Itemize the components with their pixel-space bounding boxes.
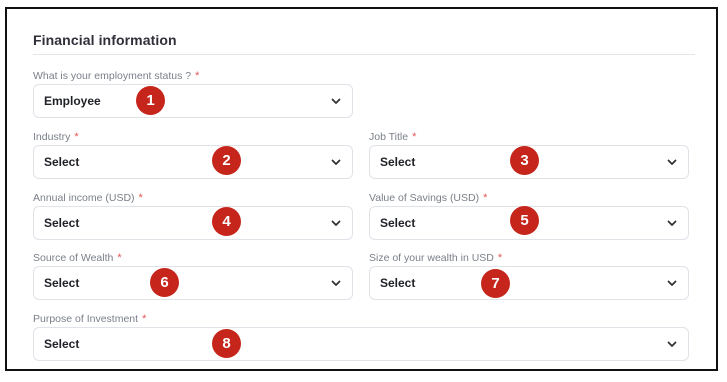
required-asterisk: * xyxy=(117,252,122,264)
job-title-label: Job Title * xyxy=(369,131,416,143)
annotation-marker-5: 5 xyxy=(510,206,539,235)
annotation-marker-4: 4 xyxy=(212,207,241,236)
section-divider xyxy=(33,54,695,55)
chevron-down-icon xyxy=(667,341,677,347)
select-value: Select xyxy=(44,276,80,290)
field-label-text: Size of your wealth in USD xyxy=(369,252,494,264)
source-of-wealth-label: Source of Wealth * xyxy=(33,252,122,264)
chevron-down-icon xyxy=(331,280,341,286)
chevron-down-icon xyxy=(331,220,341,226)
source-of-wealth-select[interactable]: Select xyxy=(33,266,353,300)
chevron-down-icon xyxy=(667,159,677,165)
field-label-text: Industry xyxy=(33,131,71,143)
required-asterisk: * xyxy=(412,131,417,143)
select-value: Select xyxy=(380,155,416,169)
field-label-text: What is your employment status ? xyxy=(33,70,192,82)
chevron-down-icon xyxy=(331,98,341,104)
required-asterisk: * xyxy=(142,313,147,325)
value-of-savings-label: Value of Savings (USD) * xyxy=(369,192,487,204)
select-value: Select xyxy=(44,216,80,230)
select-value: Select xyxy=(44,337,80,351)
section-title: Financial information xyxy=(33,32,177,48)
chevron-down-icon xyxy=(331,159,341,165)
chevron-down-icon xyxy=(667,220,677,226)
chevron-down-icon xyxy=(667,280,677,286)
annotation-marker-1: 1 xyxy=(136,86,165,115)
industry-select[interactable]: Select xyxy=(33,145,353,179)
financial-information-panel: Financial information What is your emplo… xyxy=(5,7,718,371)
field-label-text: Job Title xyxy=(369,131,409,143)
annual-income-label: Annual income (USD) * xyxy=(33,192,143,204)
industry-label: Industry * xyxy=(33,131,79,143)
required-asterisk: * xyxy=(74,131,79,143)
size-of-wealth-select[interactable]: Select xyxy=(369,266,689,300)
required-asterisk: * xyxy=(497,252,503,264)
annotation-marker-8: 8 xyxy=(212,329,241,358)
size-of-wealth-label: Size of your wealth in USD * xyxy=(369,252,502,264)
select-value: Employee xyxy=(44,94,101,108)
field-label-text: Source of Wealth xyxy=(33,252,114,264)
select-value: Select xyxy=(44,155,80,169)
select-value: Select xyxy=(380,276,416,290)
annotation-marker-7: 7 xyxy=(481,269,510,298)
required-asterisk: * xyxy=(483,192,488,204)
select-value: Select xyxy=(380,216,416,230)
purpose-of-investment-select[interactable]: Select xyxy=(33,327,689,361)
required-asterisk: * xyxy=(138,192,143,204)
field-label-text: Purpose of Investment xyxy=(33,313,139,325)
annotation-marker-6: 6 xyxy=(150,268,179,297)
required-asterisk: * xyxy=(195,70,200,82)
purpose-of-investment-label: Purpose of Investment * xyxy=(33,313,146,325)
annotation-marker-2: 2 xyxy=(212,146,241,175)
annotation-marker-3: 3 xyxy=(510,146,539,175)
employment-status-select[interactable]: Employee xyxy=(33,84,353,118)
field-label-text: Value of Savings (USD) xyxy=(369,192,480,204)
employment-status-label: What is your employment status ? * xyxy=(33,70,199,82)
field-label-text: Annual income (USD) xyxy=(33,192,135,204)
annual-income-select[interactable]: Select xyxy=(33,206,353,240)
